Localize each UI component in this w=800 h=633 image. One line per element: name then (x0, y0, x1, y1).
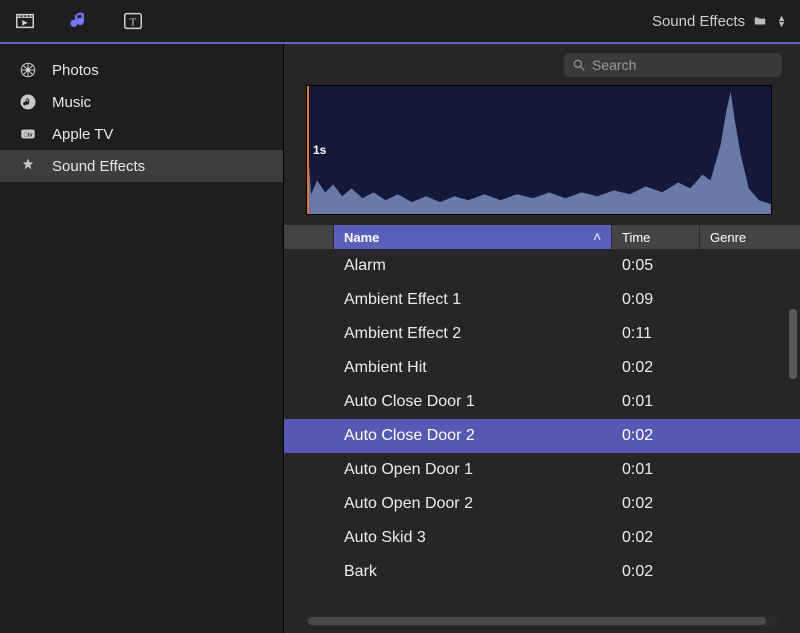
stepper-icon: ▲▼ (777, 15, 786, 27)
photos-icon (18, 61, 38, 79)
audio-library-tab-icon[interactable] (68, 10, 90, 32)
sidebar: Photos Music tv Apple TV Sound Effects (0, 44, 284, 633)
toolbar-tabs: T (14, 10, 144, 32)
soundeffects-icon (18, 157, 38, 175)
titles-tab-icon[interactable]: T (122, 10, 144, 32)
name-cell: Auto Close Door 2 (334, 427, 612, 445)
column-time[interactable]: Time (612, 225, 700, 249)
table-row[interactable]: Auto Open Door 10:01 (284, 453, 800, 487)
svg-text:tv: tv (24, 132, 33, 138)
sidebar-item-label: Music (52, 94, 91, 111)
svg-text:T: T (130, 17, 137, 29)
table-row[interactable]: Bark0:02 (284, 555, 800, 589)
name-cell: Alarm (334, 257, 612, 275)
table-row[interactable]: Ambient Hit0:02 (284, 351, 800, 385)
search-field[interactable] (564, 53, 782, 77)
sidebar-item-label: Apple TV (52, 126, 113, 143)
sidebar-item-music[interactable]: Music (0, 86, 283, 118)
name-cell: Auto Close Door 1 (334, 393, 612, 411)
table-row[interactable]: Auto Close Door 20:02 (284, 419, 800, 453)
table-row[interactable]: Alarm0:05 (284, 249, 800, 283)
time-cell: 0:02 (612, 495, 700, 513)
table-row[interactable]: Auto Open Door 20:02 (284, 487, 800, 521)
top-toolbar: T Sound Effects ▲▼ (0, 0, 800, 44)
time-cell: 0:05 (612, 257, 700, 275)
time-cell: 0:02 (612, 427, 700, 445)
video-library-tab-icon[interactable] (14, 10, 36, 32)
column-name[interactable]: Name ˄ (334, 225, 612, 249)
time-cell: 0:09 (612, 291, 700, 309)
library-picker[interactable]: Sound Effects ▲▼ (652, 13, 786, 30)
split-view: Photos Music tv Apple TV Sound Effects 1s (0, 44, 800, 633)
time-cell: 0:02 (612, 359, 700, 377)
library-title: Sound Effects (652, 13, 745, 30)
search-bar-area (284, 45, 800, 85)
column-genre[interactable]: Genre (700, 225, 800, 249)
name-cell: Auto Skid 3 (334, 529, 612, 547)
search-input[interactable] (592, 57, 774, 73)
scrollbar-thumb[interactable] (789, 309, 797, 379)
table-row[interactable]: Ambient Effect 20:11 (284, 317, 800, 351)
waveform-preview[interactable]: 1s (306, 85, 772, 215)
time-cell: 0:01 (612, 461, 700, 479)
table-row[interactable]: Auto Close Door 10:01 (284, 385, 800, 419)
sort-ascending-icon: ˄ (593, 230, 601, 245)
sidebar-item-soundeffects[interactable]: Sound Effects (0, 150, 283, 182)
playhead[interactable] (307, 86, 309, 214)
table-header: Name ˄ Time Genre (284, 225, 800, 249)
scrollbar-thumb[interactable] (308, 617, 766, 625)
waveform-preview-area: 1s (306, 85, 772, 215)
time-cell: 0:02 (612, 529, 700, 547)
column-name-label: Name (344, 230, 379, 245)
appletv-icon: tv (18, 125, 38, 143)
name-cell: Ambient Effect 2 (334, 325, 612, 343)
sound-effects-table: Name ˄ Time Genre Alarm0:05Ambient Effec… (284, 225, 800, 613)
column-play[interactable] (284, 225, 334, 249)
horizontal-scrollbar[interactable] (306, 615, 778, 627)
main-pane: 1s Name ˄ Time Genre Alarm0:05Ambient Ef… (284, 44, 800, 633)
name-cell: Ambient Effect 1 (334, 291, 612, 309)
table-body[interactable]: Alarm0:05Ambient Effect 10:09Ambient Eff… (284, 249, 800, 613)
sidebar-item-label: Sound Effects (52, 158, 145, 175)
time-cell: 0:01 (612, 393, 700, 411)
time-marker: 1s (313, 143, 326, 157)
folder-icon (753, 14, 767, 28)
time-cell: 0:02 (612, 563, 700, 581)
name-cell: Auto Open Door 2 (334, 495, 612, 513)
sidebar-item-label: Photos (52, 62, 99, 79)
name-cell: Ambient Hit (334, 359, 612, 377)
sidebar-item-photos[interactable]: Photos (0, 54, 283, 86)
column-time-label: Time (622, 230, 650, 245)
waveform-graphic (307, 86, 771, 214)
table-row[interactable]: Auto Skid 30:02 (284, 521, 800, 555)
column-genre-label: Genre (710, 230, 746, 245)
music-icon (18, 93, 38, 111)
search-icon (572, 58, 586, 72)
time-cell: 0:11 (612, 325, 700, 343)
vertical-scrollbar[interactable] (788, 305, 798, 613)
sidebar-item-appletv[interactable]: tv Apple TV (0, 118, 283, 150)
name-cell: Bark (334, 563, 612, 581)
table-row[interactable]: Ambient Effect 10:09 (284, 283, 800, 317)
name-cell: Auto Open Door 1 (334, 461, 612, 479)
